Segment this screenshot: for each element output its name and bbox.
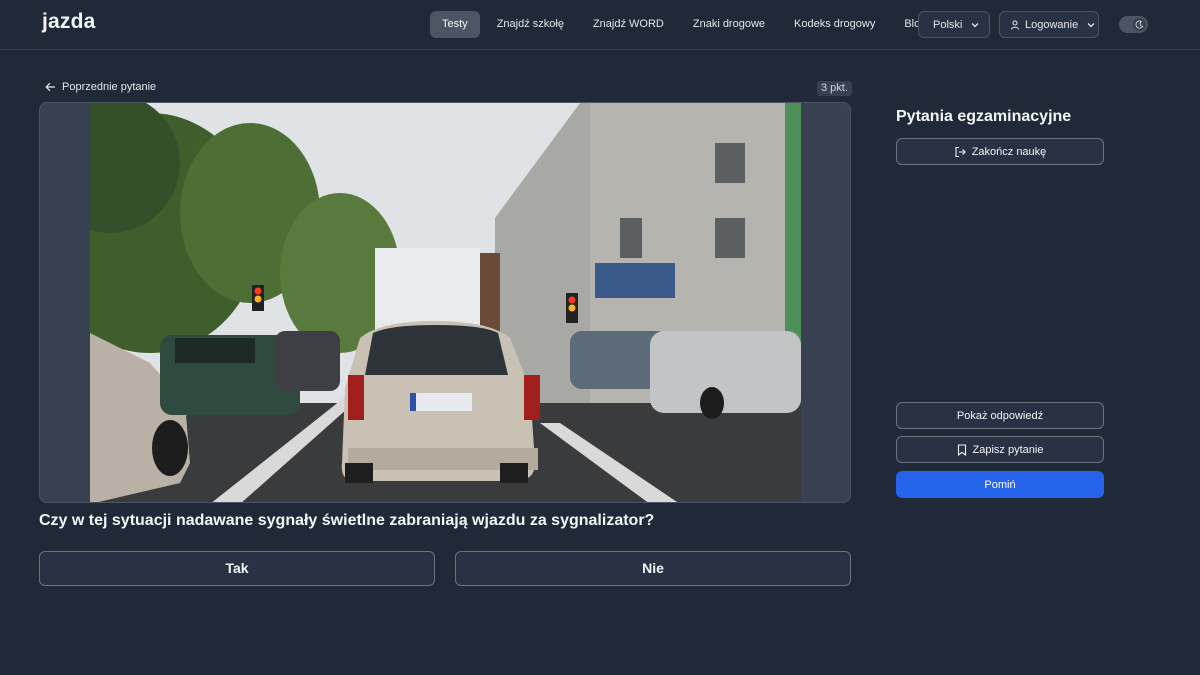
login-label: Logowanie [1025,18,1079,31]
nav-testy[interactable]: Testy [430,11,480,38]
skip-button[interactable]: Pomiń [896,471,1104,498]
points-badge: 3 pkt. [817,81,852,96]
answer-yes-button[interactable]: Tak [39,551,435,586]
chevron-down-icon [1086,20,1096,30]
language-label: Polski [933,18,963,31]
question-image-frame [39,102,851,503]
top-nav-bar: jazda Testy Znajdź szkołę Znajdź WORD Zn… [0,0,1200,50]
language-select[interactable]: Polski [918,11,990,38]
nav-znaki-drogowe[interactable]: Znaki drogowe [681,11,777,38]
previous-question-link[interactable]: Poprzednie pytanie [45,81,156,93]
nav-kodeks-drogowy[interactable]: Kodeks drogowy [782,11,887,38]
chevron-down-icon [970,20,980,30]
user-icon [1010,20,1020,30]
logo-text: jazda [42,10,96,33]
sidebar-title: Pytania egzaminacyjne [896,108,1072,125]
skip-label: Pomiń [984,478,1016,491]
question-text: Czy w tej sytuacji nadawane sygnały świe… [39,512,655,529]
arrow-left-icon [45,82,56,92]
answer-no-button[interactable]: Nie [455,551,851,586]
nav-znajdz-word[interactable]: Znajdź WORD [581,11,676,38]
main-nav: Testy Znajdź szkołę Znajdź WORD Znaki dr… [430,11,943,38]
bookmark-icon [957,443,967,456]
previous-question-label: Poprzednie pytanie [62,81,157,93]
question-photo [90,103,801,502]
login-button[interactable]: Logowanie [999,11,1099,38]
logo[interactable]: jazda [42,10,96,34]
logout-icon [954,146,966,158]
nav-znajdz-szkole[interactable]: Znajdź szkołę [485,11,576,38]
save-question-label: Zapisz pytanie [972,443,1044,456]
show-answer-button[interactable]: Pokaż odpowiedź [896,402,1104,429]
theme-toggle[interactable] [1119,16,1148,33]
finish-learning-button[interactable]: Zakończ naukę [896,138,1104,165]
save-question-button[interactable]: Zapisz pytanie [896,436,1104,463]
show-answer-label: Pokaż odpowiedź [956,409,1044,422]
moon-icon [1133,18,1146,31]
finish-learning-label: Zakończ naukę [971,145,1047,158]
